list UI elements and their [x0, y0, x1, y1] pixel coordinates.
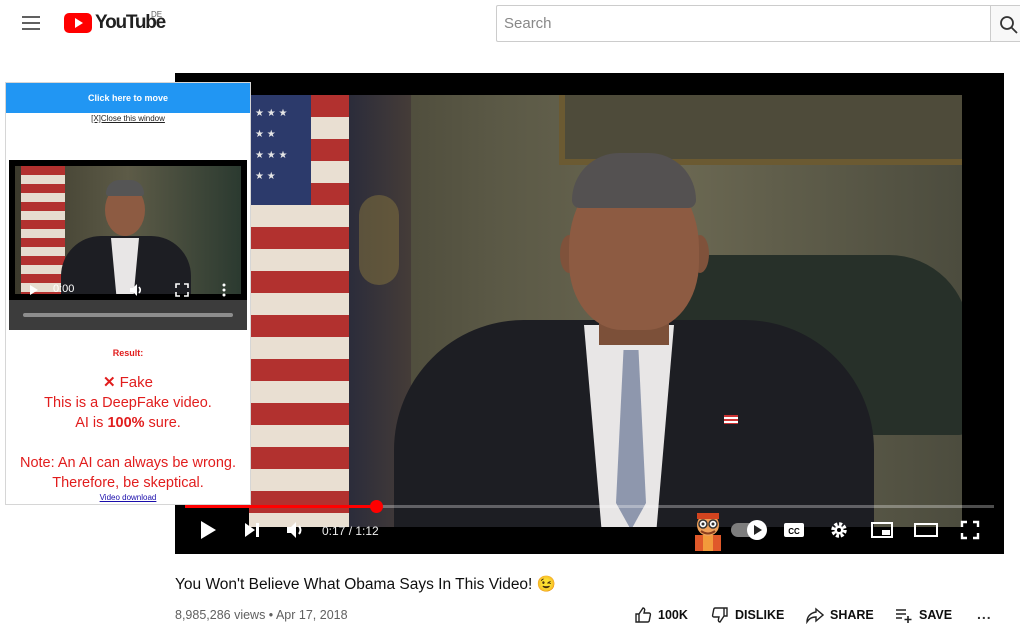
progress-fill — [185, 505, 376, 508]
video-download-link[interactable]: Video download — [6, 493, 250, 502]
deepfake-statement: This is a DeepFake video. — [44, 395, 212, 411]
video-frame — [249, 95, 962, 527]
gear-icon — [831, 522, 847, 538]
more-actions-button[interactable]: ... — [977, 606, 992, 622]
miniplayer-icon — [871, 522, 893, 538]
menu-icon[interactable] — [22, 14, 42, 30]
video-meta: 8,985,286 views • Apr 17, 2018 — [175, 608, 348, 622]
note-line-2: Therefore, be skeptical. — [52, 475, 204, 491]
deepfake-result-panel: Click here to move [X]Close this window … — [5, 82, 251, 505]
mini-more-icon[interactable] — [221, 282, 227, 298]
time-display: 0:17 / 1:12 — [322, 524, 379, 538]
mini-time-display: 0:00 — [53, 283, 75, 295]
close-window-link[interactable]: [X]Close this window — [6, 114, 250, 123]
play-icon — [201, 521, 216, 539]
save-button[interactable]: SAVE — [895, 606, 952, 624]
move-handle[interactable]: Click here to move — [6, 83, 250, 113]
cc-icon: CC — [784, 523, 804, 537]
dislike-button[interactable]: DISLIKE — [711, 606, 784, 624]
save-label: SAVE — [919, 608, 953, 622]
deepfake-detector-mascot-icon[interactable] — [687, 509, 729, 551]
confidence-value: 100% — [107, 415, 145, 431]
mini-progress-bar[interactable] — [9, 300, 247, 330]
add-to-playlist-icon — [896, 609, 912, 623]
volume-icon — [287, 522, 302, 538]
result-label: Result: — [112, 348, 144, 358]
like-count: 100K — [658, 608, 688, 622]
progress-scrubber[interactable] — [369, 500, 383, 513]
thumbs-down-icon — [711, 607, 728, 623]
cross-icon: ✕ — [103, 374, 116, 391]
youtube-play-icon — [64, 13, 92, 33]
search-icon — [1000, 16, 1018, 34]
video-title: You Won't Believe What Obama Says In Thi… — [175, 576, 556, 593]
verdict: ✕ Fake — [6, 373, 250, 391]
volume-button[interactable] — [283, 518, 309, 542]
theater-mode-button[interactable] — [913, 518, 939, 542]
country-code: DE — [151, 10, 163, 19]
verdict-text: Fake — [119, 374, 153, 391]
mini-volume-icon[interactable] — [129, 283, 145, 297]
fullscreen-button[interactable] — [957, 518, 983, 542]
miniplayer-button[interactable] — [869, 518, 895, 542]
captions-button[interactable]: CC — [781, 518, 807, 542]
thumbs-up-icon — [635, 607, 652, 623]
like-button[interactable]: 100K — [634, 606, 688, 624]
video-player[interactable]: 0:17 / 1:12 CC — [175, 73, 1004, 554]
next-button[interactable] — [241, 518, 263, 542]
confidence-statement: AI is 100% sure. — [75, 415, 181, 431]
search-button[interactable] — [990, 5, 1020, 42]
mini-video-player[interactable]: 0:00 — [9, 160, 247, 330]
autoplay-toggle[interactable] — [731, 520, 767, 540]
settings-button[interactable] — [827, 518, 851, 542]
fullscreen-icon — [960, 520, 980, 540]
youtube-logo[interactable]: YouTube — [64, 12, 166, 34]
svg-text:CC: CC — [788, 527, 800, 536]
theater-icon — [914, 523, 938, 537]
note-line-1: Note: An AI can always be wrong. — [19, 455, 236, 471]
mini-play-icon[interactable] — [29, 284, 39, 296]
search-input[interactable] — [496, 5, 990, 42]
mini-video-frame — [15, 166, 241, 294]
share-icon — [806, 607, 824, 624]
progress-bar[interactable] — [185, 500, 994, 513]
next-icon — [245, 523, 259, 537]
play-button[interactable] — [197, 518, 219, 542]
autoplay-icon — [747, 520, 767, 540]
share-button[interactable]: SHARE — [806, 606, 874, 624]
dislike-label: DISLIKE — [735, 608, 785, 622]
share-label: SHARE — [830, 608, 874, 622]
page: YouTube DE Search ★ ★ ★ ★ ★ ★ ★ ★ ★ ★ 0:… — [0, 0, 1020, 638]
mini-fullscreen-icon[interactable] — [175, 283, 189, 297]
